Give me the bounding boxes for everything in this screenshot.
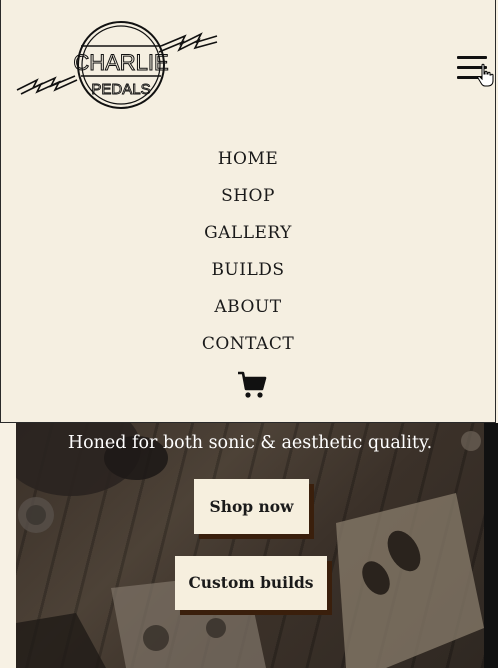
hero-tagline: Honed for both sonic & aesthetic quality… — [67, 433, 433, 453]
nav-shop[interactable]: SHOP — [1, 183, 495, 220]
hero-background-image — [16, 423, 484, 668]
nav-about[interactable]: ABOUT — [1, 294, 495, 331]
site-header: CHARLIE PEDALS HOME SHOP GALLERY BUILDS … — [0, 0, 496, 423]
nav-home[interactable]: HOME — [1, 146, 495, 183]
shop-now-button[interactable]: Shop now — [194, 479, 309, 534]
nav-gallery[interactable]: GALLERY — [1, 220, 495, 257]
right-gutter — [484, 423, 498, 668]
logo-line2: PEDALS — [91, 81, 150, 98]
nav-builds[interactable]: BUILDS — [1, 257, 495, 294]
charlie-pedals-logo[interactable]: CHARLIE PEDALS — [15, 18, 219, 114]
hero-section: Honed for both sonic & aesthetic quality… — [16, 423, 484, 668]
cart-icon[interactable] — [237, 370, 267, 400]
logo-line1: CHARLIE — [73, 50, 168, 75]
main-nav: HOME SHOP GALLERY BUILDS ABOUT CONTACT — [1, 146, 495, 368]
hand-pointer-icon — [477, 63, 494, 87]
custom-builds-button[interactable]: Custom builds — [175, 556, 327, 610]
left-gutter — [0, 423, 16, 668]
nav-contact[interactable]: CONTACT — [1, 331, 495, 368]
